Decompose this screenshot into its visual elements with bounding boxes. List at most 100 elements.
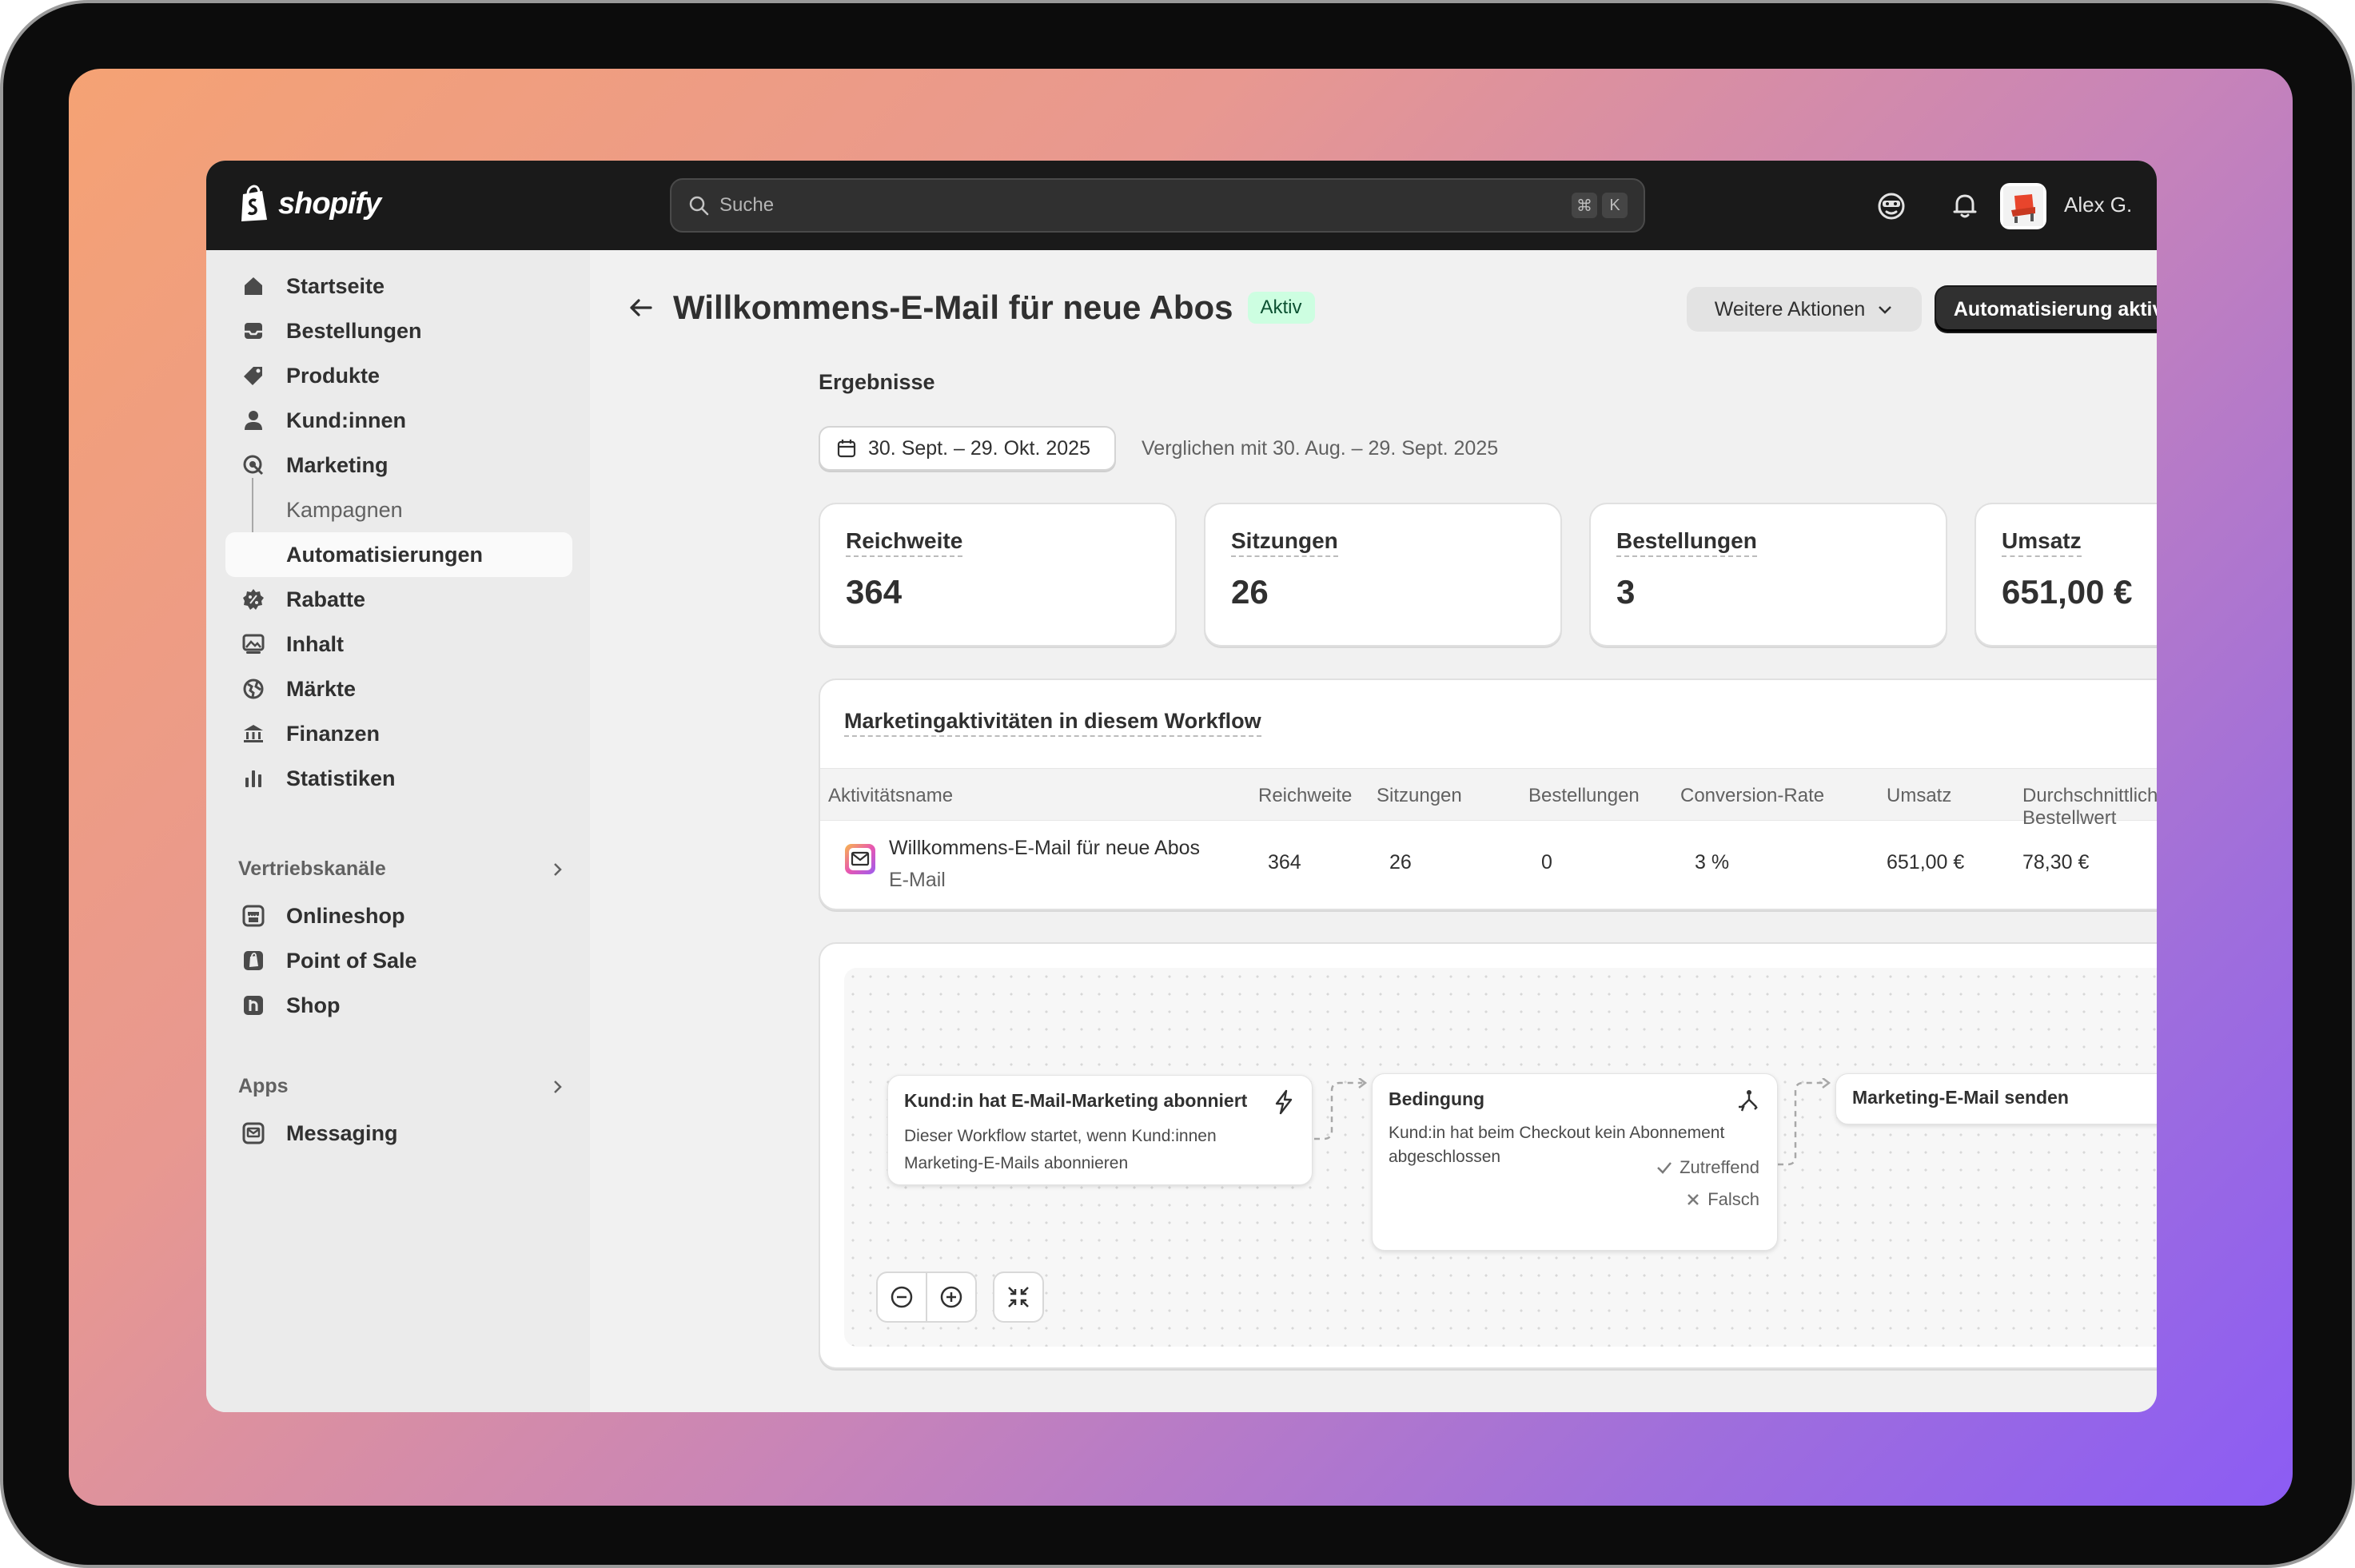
column-header[interactable]: Durchschnittlicher Bestellwert [2022,785,2157,830]
column-header[interactable]: Umsatz [1887,785,1951,807]
shopify-logo[interactable]: shopify [238,185,381,223]
search-input[interactable]: Suche ⌘ K [670,178,1645,233]
store-avatar-icon [2003,186,2043,226]
metric-value: 651,00 € [2002,573,2133,611]
lightning-icon [1275,1089,1293,1115]
page-header: Willkommens-E-Mail für neue Abos Aktiv [627,289,1315,327]
search-shortcut: ⌘ K [1572,193,1628,218]
workflow-canvas[interactable]: Kund:in hat E-Mail-Marketing abonniert D… [844,968,2157,1347]
sidebar-item-maerkte[interactable]: Märkte [225,667,572,711]
chevron-right-icon [554,1080,562,1093]
sidebar-item-label: Kampagnen [286,497,403,522]
apps-heading[interactable]: Apps [238,1075,566,1098]
metric-label: Sitzungen [1231,528,1338,557]
sidebar-item-label: Bestellungen [286,318,422,343]
bell-icon[interactable] [1949,189,1981,221]
person-icon [245,411,262,430]
sidebar-item-label: Kund:innen [286,408,406,432]
inbox-icon [245,323,262,339]
branch-true: Zutreffend [1656,1157,1759,1178]
condition-title: Bedingung [1389,1088,1485,1109]
metric-card-revenue[interactable]: Umsatz 651,00 € [1974,503,2157,647]
date-range-picker[interactable]: 30. Sept. – 29. Okt. 2025 [819,426,1116,471]
metric-card-orders[interactable]: Bestellungen 3 [1589,503,1947,647]
sidekick-icon[interactable] [1875,189,1907,221]
x-icon [1688,1194,1700,1205]
results-heading: Ergebnisse [819,370,935,394]
action-title: Marketing-E-Mail senden [1852,1087,2069,1108]
trigger-node[interactable]: Kund:in hat E-Mail-Marketing abonniert D… [887,1075,1313,1185]
metric-card-sessions[interactable]: Sitzungen 26 [1204,503,1562,647]
sidebar-item-shop[interactable]: Shop [225,983,572,1028]
connector-arrow [1314,1078,1368,1140]
sidebar-item-bestellungen[interactable]: Bestellungen [225,308,572,353]
sidebar-item-onlineshop[interactable]: Onlineshop [225,893,572,938]
column-header[interactable]: Bestellungen [1528,785,1640,807]
activate-automation-button[interactable]: Automatisierung aktivieren [1936,287,2157,332]
bank-icon [244,725,263,742]
discount-icon [243,589,264,610]
more-actions-button[interactable]: Weitere Aktionen [1687,287,1922,332]
metric-label: Bestellungen [1616,528,1757,557]
collapse-icon [1008,1287,1029,1307]
action-node[interactable]: Marketing-E-Mail senden [1835,1073,2157,1124]
table-header: Aktivitätsname Reichweite Sitzungen Best… [820,768,2157,829]
cell-conversion: 3 % [1695,851,1730,874]
sidebar-item-kampagnen[interactable]: Kampagnen [225,488,572,532]
column-header[interactable]: Aktivitätsname [828,785,953,807]
metric-value: 26 [1231,573,1269,611]
globe-icon [243,679,264,699]
metric-card-reach[interactable]: Reichweite 364 [819,503,1177,647]
status-badge: Aktiv [1247,292,1315,324]
sidebar-item-startseite[interactable]: Startseite [225,264,572,308]
workflow-card: Kund:in hat E-Mail-Marketing abonniert D… [819,942,2157,1369]
activity-name[interactable]: Willkommens-E-Mail für neue Abos [889,837,1200,860]
sidebar-item-statistiken[interactable]: Statistiken [225,756,572,801]
k-key: K [1602,193,1628,218]
shop-icon [244,996,263,1015]
sidebar-item-pos[interactable]: Point of Sale [225,938,572,983]
column-header[interactable]: Sitzungen [1377,785,1462,807]
zoom-out-button[interactable] [878,1273,926,1321]
shopify-bag-icon [241,185,267,221]
sidebar-item-label: Automatisierungen [286,542,484,567]
column-header[interactable]: Reichweite [1258,785,1352,807]
sidebar: Startseite Bestellungen Produkte Kund:in… [206,250,590,1412]
plus-circle-icon [940,1286,962,1308]
sidebar-item-label: Marketing [286,452,389,477]
cell-revenue: 651,00 € [1887,851,1965,874]
activity-type: E-Mail [889,869,946,891]
sidebar-item-automatisierungen[interactable]: Automatisierungen [225,532,572,577]
sidebar-item-rabatte[interactable]: Rabatte [225,577,572,622]
condition-node[interactable]: Bedingung Kund:in hat beim Checkout kein… [1372,1073,1778,1251]
metric-value: 3 [1616,573,1636,611]
sidebar-item-produkte[interactable]: Produkte [225,353,572,398]
avatar[interactable] [2000,183,2046,229]
branch-false: Falsch [1685,1189,1759,1210]
tag-icon [244,367,262,385]
image-icon [242,634,265,654]
sidebar-item-label: Point of Sale [286,948,417,973]
sidebar-item-label: Finanzen [286,721,381,746]
main-content: Willkommens-E-Mail für neue Abos Aktiv W… [590,250,2157,1412]
fit-view-button[interactable] [993,1272,1044,1323]
sales-channels-label: Vertriebskanäle [238,858,386,880]
user-name[interactable]: Alex G. [2064,193,2132,217]
sidebar-item-messaging[interactable]: Messaging [225,1111,572,1156]
zoom-in-button[interactable] [926,1273,975,1321]
sidebar-item-label: Statistiken [286,766,396,790]
store-icon [242,905,265,927]
back-arrow-icon[interactable] [627,293,655,322]
apps-label: Apps [238,1075,289,1097]
column-header[interactable]: Conversion-Rate [1680,785,1824,807]
date-range-label: 30. Sept. – 29. Okt. 2025 [868,436,1090,460]
chevron-down-icon [1879,306,1892,314]
sidebar-item-kundinnen[interactable]: Kund:innen [225,398,572,443]
sidebar-item-finanzen[interactable]: Finanzen [225,711,572,756]
trigger-description: Dieser Workflow startet, wenn Kund:innen… [904,1127,1217,1172]
sidebar-item-inhalt[interactable]: Inhalt [225,622,572,667]
activities-table: Marketingaktivitäten in diesem Workflow … [819,679,2157,910]
compare-text: Verglichen mit 30. Aug. – 29. Sept. 2025 [1142,437,1499,460]
sales-channels-heading[interactable]: Vertriebskanäle [238,858,566,881]
metric-label: Umsatz [2002,528,2082,557]
